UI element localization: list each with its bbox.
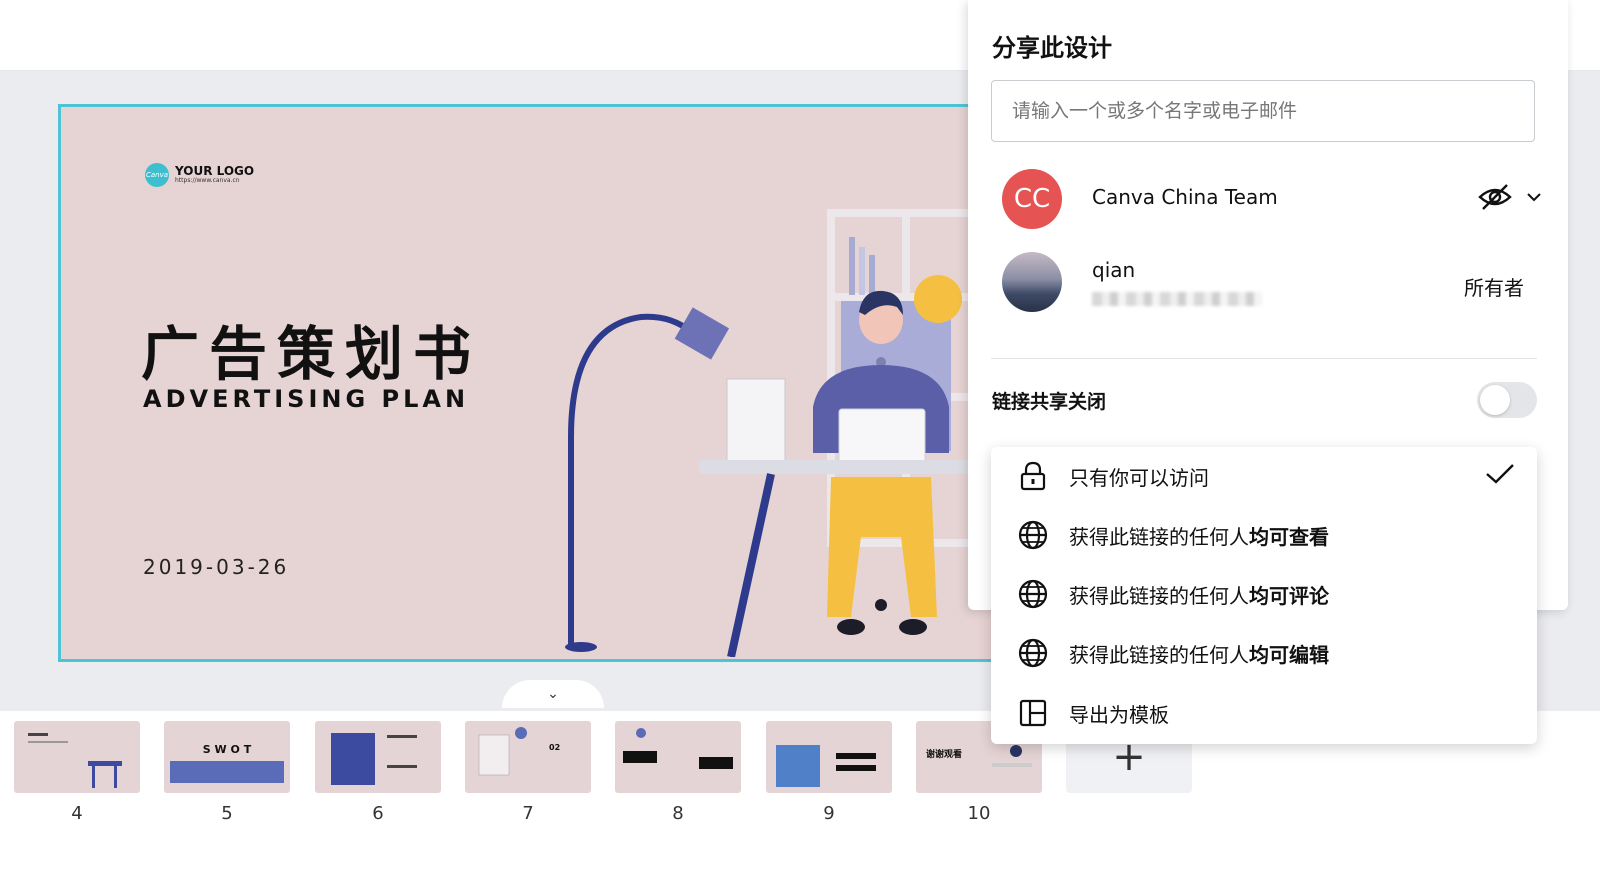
option-label: 只有你可以访问 <box>1069 465 1209 490</box>
slide-title-en[interactable]: ADVERTISING PLAN <box>143 385 469 413</box>
link-access-dropdown: 只有你可以访问 获得此链接的任何人均可查看 获得此链接的任何人均可评论 获得此链… <box>991 447 1537 744</box>
member-role: 所有者 <box>1464 276 1524 300</box>
member-permission-dropdown[interactable] <box>1478 183 1542 211</box>
slide-title-cn[interactable]: 广告策划书 <box>141 307 481 391</box>
slide-thumbnail[interactable] <box>615 721 741 793</box>
globe-icon <box>1017 519 1049 551</box>
logo-mark: Canva <box>145 163 169 187</box>
option-only-you[interactable]: 只有你可以访问 <box>991 447 1537 505</box>
collapse-filmstrip-button[interactable]: ⌄ <box>502 680 604 708</box>
slide-thumbnail[interactable]: S W O T <box>164 721 290 793</box>
avatar: CC <box>1002 169 1062 229</box>
chevron-down-icon: ⌄ <box>547 686 559 702</box>
logo-url: https://www.canva.cn <box>175 177 240 184</box>
thumbnail-number: 5 <box>221 803 233 824</box>
option-label: 获得此链接的任何人均可编辑 <box>1069 642 1329 667</box>
thumbnail-preview <box>331 733 417 785</box>
thumbnail-preview <box>776 745 876 787</box>
thumbnail-preview <box>623 728 733 769</box>
template-icon <box>1017 697 1049 729</box>
chevron-down-icon <box>1527 193 1541 202</box>
member-row: CC Canva China Team <box>1002 169 1542 229</box>
thumbnail-number: 6 <box>372 803 384 824</box>
logo-text: YOUR LOGO <box>175 164 255 178</box>
thumbnail-preview <box>170 761 284 783</box>
lock-icon <box>1017 460 1049 492</box>
toggle-knob <box>1480 385 1510 415</box>
slide-canvas[interactable]: Canva YOUR LOGO https://www.canva.cn 广告策… <box>58 104 1114 662</box>
link-sharing-label: 链接共享关闭 <box>992 391 1107 413</box>
option-label: 获得此链接的任何人均可查看 <box>1069 524 1329 549</box>
option-anyone-edit[interactable]: 获得此链接的任何人均可编辑 <box>991 624 1537 682</box>
thumbnail-preview <box>28 733 122 788</box>
thumbnail-number: 7 <box>522 803 534 824</box>
thumbnail-text: S W O T <box>202 743 252 756</box>
slide-thumbnail[interactable] <box>14 721 140 793</box>
link-sharing-toggle[interactable] <box>1477 382 1537 418</box>
member-email-redacted <box>1092 292 1262 306</box>
slide-logo[interactable]: Canva YOUR LOGO https://www.canva.cn <box>145 163 254 187</box>
slide-thumbnail[interactable]: 02 <box>465 721 591 793</box>
thumbnail-preview <box>478 727 527 776</box>
check-icon <box>1485 463 1515 489</box>
option-export-template[interactable]: 导出为模板 <box>991 684 1537 742</box>
thumbnail-number: 10 <box>967 803 991 824</box>
member-name: Canva China Team <box>1092 185 1278 209</box>
option-anyone-view[interactable]: 获得此链接的任何人均可查看 <box>991 506 1537 564</box>
thumbnail-number: 4 <box>71 803 83 824</box>
share-recipient-input[interactable] <box>991 80 1535 142</box>
thumbnail-text: 02 <box>549 743 561 752</box>
member-row: qian 所有者 <box>1002 252 1542 312</box>
globe-icon <box>1017 637 1049 669</box>
option-label: 导出为模板 <box>1069 702 1169 727</box>
avatar <box>1002 252 1062 312</box>
thumbnail-number: 8 <box>672 803 684 824</box>
share-panel-title: 分享此设计 <box>992 34 1112 62</box>
option-label: 获得此链接的任何人均可评论 <box>1069 583 1329 608</box>
eye-slash-icon <box>1478 184 1512 210</box>
globe-icon <box>1017 578 1049 610</box>
thumbnail-text: 谢谢观看 <box>926 750 963 760</box>
member-name: qian <box>1092 258 1136 282</box>
divider <box>991 358 1537 359</box>
slide-thumbnail[interactable] <box>766 721 892 793</box>
option-anyone-comment[interactable]: 获得此链接的任何人均可评论 <box>991 565 1537 623</box>
thumbnail-number: 9 <box>823 803 835 824</box>
slide-date[interactable]: 2019-03-26 <box>143 555 289 579</box>
slide-thumbnail[interactable] <box>315 721 441 793</box>
